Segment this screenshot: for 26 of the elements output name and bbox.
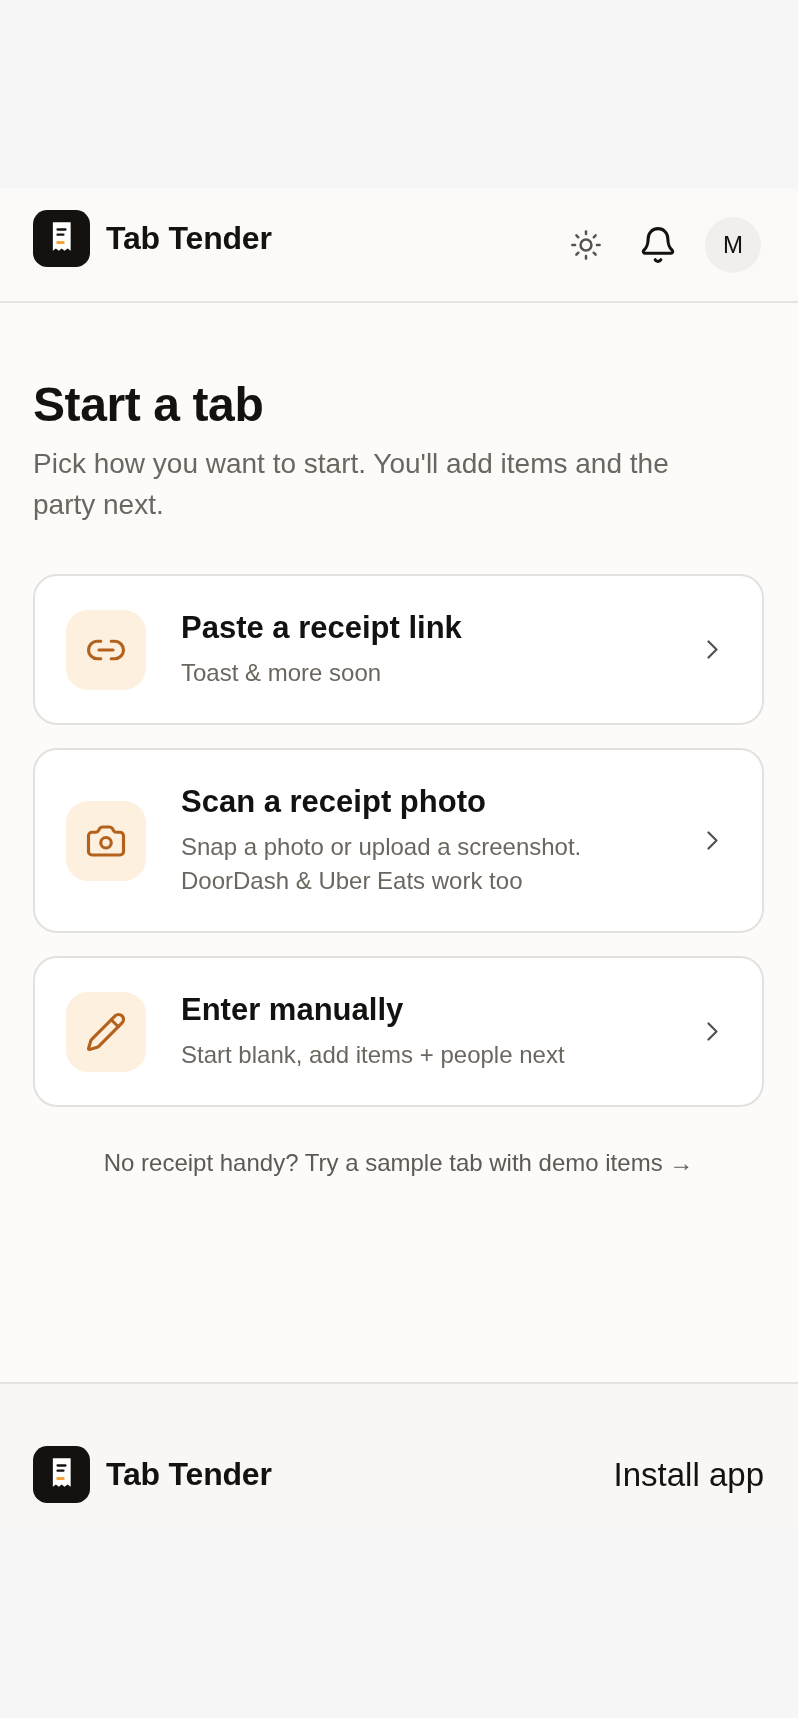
option-title: Scan a receipt photo [181, 783, 487, 821]
camera-icon [66, 800, 146, 881]
option-description: Start blank, add items + people next [181, 1040, 566, 1071]
pencil-icon [66, 991, 146, 1072]
install-app-link[interactable]: Install app [613, 1455, 764, 1494]
option-card[interactable]: Scan a receipt photo Snap a photo or upload a screenshot. DoorDash & Uber Eats work too [33, 748, 764, 934]
page-subtitle: Pick how you want to start. You'll add items and the party next. [33, 447, 670, 523]
option-title: Enter manually [181, 991, 405, 1029]
brand-name: Tab Tender [106, 1456, 272, 1493]
page-title: Start a tab [33, 377, 265, 433]
option-description: Snap a photo or upload a screenshot. DoorDash & Uber Eats work too [181, 832, 583, 897]
option-description: Toast & more soon [181, 658, 383, 689]
sample-tab-link[interactable]: No receipt handy? Try a sample tab with demo items → [103, 1146, 694, 1181]
option-card[interactable]: Paste a receipt link Toast & more soon [33, 574, 764, 726]
sun-icon[interactable] [571, 229, 601, 260]
chevron-right-icon [707, 1022, 718, 1042]
option-title: Paste a receipt link [181, 609, 463, 647]
option-card[interactable]: Enter manually Start blank, add items + people next [33, 956, 764, 1108]
chevron-right-icon [707, 640, 718, 660]
user-avatar[interactable]: M [705, 216, 761, 273]
link-icon [66, 609, 146, 690]
receipt-logo-icon [33, 210, 90, 267]
brand-name: Tab Tender [106, 220, 272, 257]
chevron-right-icon [707, 831, 718, 851]
bell-icon[interactable] [640, 226, 676, 263]
receipt-logo-icon [33, 1446, 90, 1503]
